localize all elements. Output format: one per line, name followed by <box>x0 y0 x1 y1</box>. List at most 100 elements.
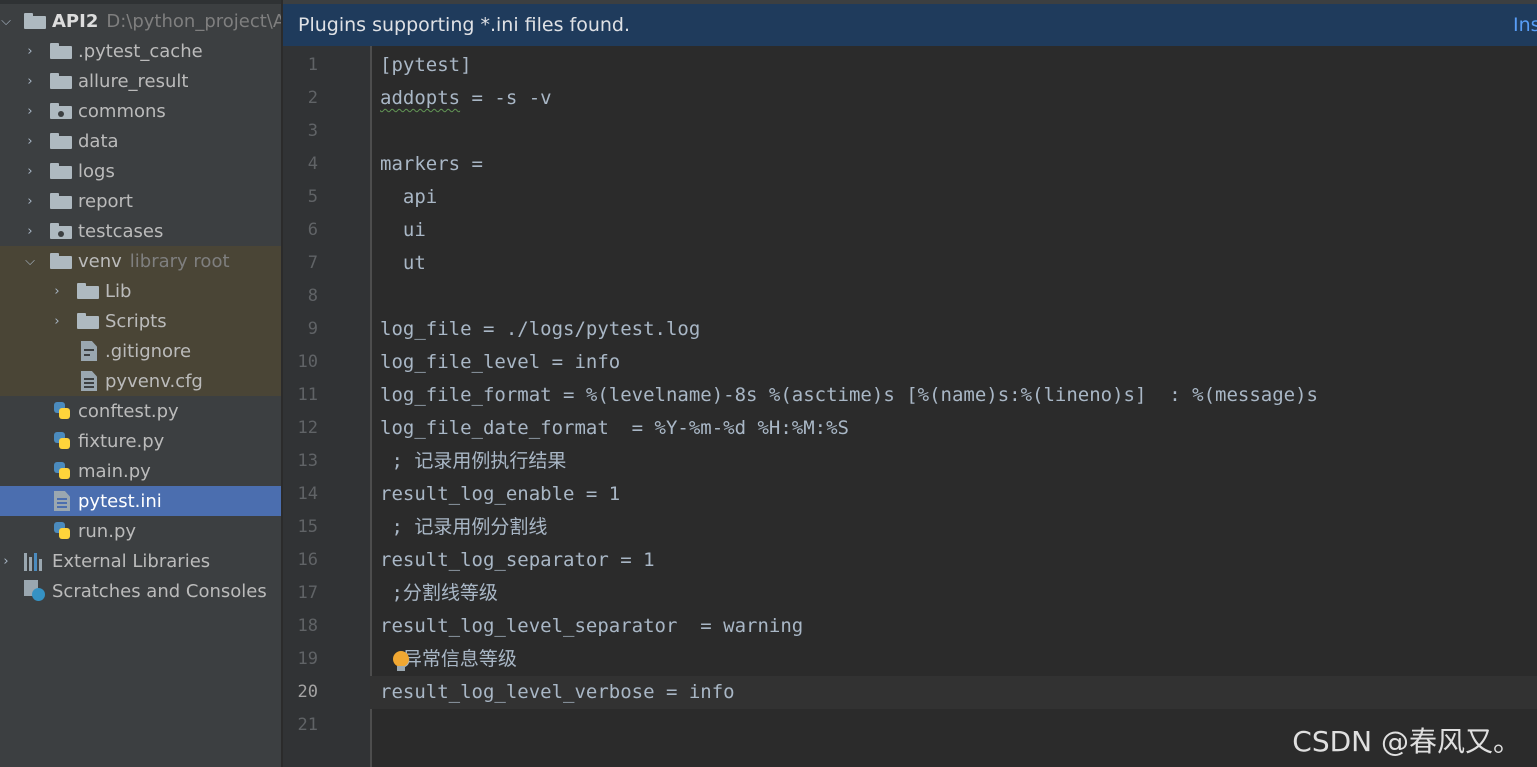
code-line[interactable]: [pytest] <box>380 49 472 82</box>
ini-file-icon <box>54 491 70 511</box>
code-line[interactable]: result_log_level_separator = warning <box>380 610 803 643</box>
code-line[interactable]: ut <box>380 247 426 280</box>
chevron-down-icon[interactable]: ⌵ <box>0 6 12 36</box>
tree-item-pyvenv-cfg[interactable]: pyvenv.cfg <box>0 366 281 396</box>
line-number: 13 <box>297 451 318 471</box>
code-line[interactable]: log_file_level = info <box>380 346 620 379</box>
line-number: 21 <box>297 715 318 735</box>
tree-item-conftest-py[interactable]: conftest.py <box>0 396 281 426</box>
library-root-hint: library root <box>129 250 230 272</box>
line-number: 11 <box>297 385 318 405</box>
code-line[interactable]: markers = <box>380 148 483 181</box>
chevron-right-icon[interactable]: › <box>24 96 36 126</box>
chevron-right-icon[interactable]: › <box>24 66 36 96</box>
code-token: = -s -v <box>460 87 552 109</box>
tree-item-logs[interactable]: › logs <box>0 156 281 186</box>
line-number: 18 <box>297 616 318 636</box>
chevron-down-icon[interactable]: ⌵ <box>24 246 36 276</box>
ignored-file-icon <box>81 341 97 361</box>
banner-message: Plugins supporting *.ini files found. <box>298 14 631 36</box>
tree-item-external-libraries[interactable]: › External Libraries <box>0 546 281 576</box>
code-line[interactable]: result_log_enable = 1 <box>380 478 620 511</box>
tree-item-label: Lib <box>105 280 132 302</box>
line-number: 15 <box>297 517 318 537</box>
code-line[interactable]: result_log_level_verbose = info <box>380 676 735 709</box>
code-line[interactable]: ; 记录用例分割线 <box>380 511 547 544</box>
line-number: 5 <box>307 187 318 207</box>
tree-item-pytest-cache[interactable]: › .pytest_cache <box>0 36 281 66</box>
tree-item-scripts[interactable]: › Scripts <box>0 306 281 336</box>
code-line[interactable]: log_file_date_format = %Y-%m-%d %H:%M:%S <box>380 412 849 445</box>
line-number: 4 <box>307 154 318 174</box>
lightbulb-icon[interactable] <box>393 651 409 671</box>
python-file-icon <box>52 401 72 421</box>
chevron-right-icon[interactable]: › <box>24 126 36 156</box>
tree-item-fixture-py[interactable]: fixture.py <box>0 426 281 456</box>
folder-icon <box>50 73 72 89</box>
tree-item-label: .gitignore <box>105 340 192 362</box>
tree-item-data[interactable]: › data <box>0 126 281 156</box>
code-line[interactable]: result_log_separator = 1 <box>380 544 655 577</box>
tree-item-report[interactable]: › report <box>0 186 281 216</box>
chevron-right-icon[interactable]: › <box>24 36 36 66</box>
code-line[interactable]: ;分割线等级 <box>380 577 497 610</box>
tree-item-testcases[interactable]: › testcases <box>0 216 281 246</box>
line-number: 16 <box>297 550 318 570</box>
tree-item-label: testcases <box>78 220 164 242</box>
tree-root-api2[interactable]: ⌵ API2 D:\python_project\A <box>0 6 281 36</box>
line-number: 3 <box>307 121 318 141</box>
tree-item-venv[interactable]: ⌵ venv library root <box>0 246 281 276</box>
folder-icon <box>50 133 72 149</box>
folder-icon <box>77 313 99 329</box>
tree-item-label: .pytest_cache <box>78 40 203 62</box>
line-number: 1 <box>307 55 318 75</box>
chevron-right-icon[interactable]: › <box>24 186 36 216</box>
tree-item-run-py[interactable]: run.py <box>0 516 281 546</box>
line-number: 8 <box>307 286 318 306</box>
line-number: 17 <box>297 583 318 603</box>
tree-item-label: fixture.py <box>78 430 165 452</box>
tree-item-label: Scripts <box>105 310 167 332</box>
folder-icon <box>77 283 99 299</box>
project-tree: ⌵ API2 D:\python_project\A › .pytest_cac… <box>0 0 281 767</box>
tree-item-scratches-and-consoles[interactable]: Scratches and Consoles <box>0 576 281 606</box>
tree-item-label: pytest.ini <box>78 490 162 512</box>
code-line[interactable]: log_file_format = %(levelname)-8s %(asct… <box>380 379 1318 412</box>
tree-item-commons[interactable]: › commons <box>0 96 281 126</box>
python-file-icon <box>52 461 72 481</box>
line-number: 14 <box>297 484 318 504</box>
tree-item-label: run.py <box>78 520 137 542</box>
tree-item-label: allure_result <box>78 70 189 92</box>
line-number: 9 <box>307 319 318 339</box>
tree-item-pytest-ini[interactable]: pytest.ini <box>0 486 281 516</box>
code-line[interactable]: addopts = -s -v <box>380 82 552 115</box>
watermark: CSDN @春风又。 <box>1292 725 1521 758</box>
code-line[interactable]: ui <box>380 214 426 247</box>
tree-item-allure-result[interactable]: › allure_result <box>0 66 281 96</box>
tree-item-label: logs <box>78 160 115 182</box>
root-path: D:\python_project\A <box>106 10 281 32</box>
python-file-icon <box>52 521 72 541</box>
code-line[interactable]: ; 记录用例执行结果 <box>380 445 566 478</box>
tree-item-main-py[interactable]: main.py <box>0 456 281 486</box>
libraries-icon <box>24 551 46 571</box>
chevron-right-icon[interactable]: › <box>51 276 63 306</box>
tree-item-label: pyvenv.cfg <box>105 370 203 392</box>
tree-item-lib[interactable]: › Lib <box>0 276 281 306</box>
folder-icon <box>50 193 72 209</box>
code-line[interactable]: log_file = ./logs/pytest.log <box>380 313 700 346</box>
folder-icon <box>50 43 72 59</box>
tree-item-label: Scratches and Consoles <box>52 580 267 602</box>
chevron-right-icon[interactable]: › <box>51 306 63 336</box>
install-plugins-link[interactable]: Ins <box>1513 4 1537 46</box>
chevron-right-icon[interactable]: › <box>24 156 36 186</box>
chevron-right-icon[interactable]: › <box>0 546 12 576</box>
config-file-icon <box>81 371 97 391</box>
chevron-right-icon[interactable]: › <box>24 216 36 246</box>
line-number: 20 <box>297 682 318 702</box>
line-number: 19 <box>297 649 318 669</box>
package-folder-icon <box>50 103 72 119</box>
line-number: 12 <box>297 418 318 438</box>
tree-item-gitignore[interactable]: .gitignore <box>0 336 281 366</box>
code-line[interactable]: api <box>380 181 437 214</box>
